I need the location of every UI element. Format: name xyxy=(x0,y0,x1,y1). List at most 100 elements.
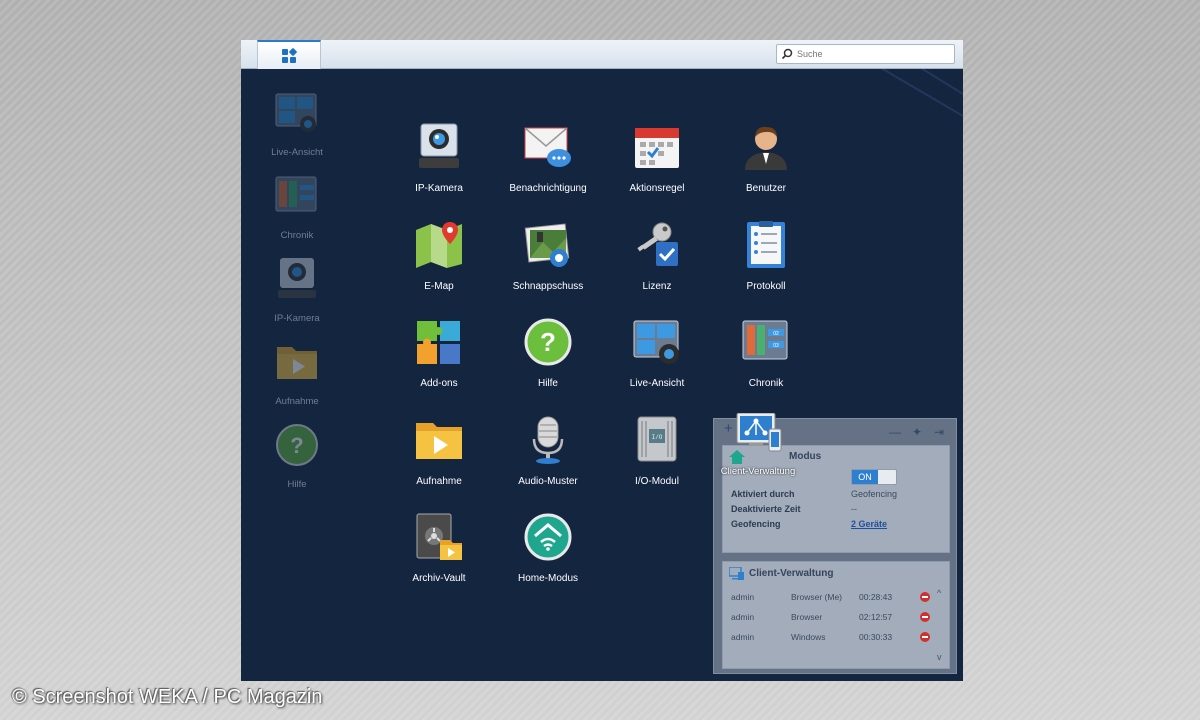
user-icon xyxy=(745,126,787,170)
app-label: Add-ons xyxy=(420,378,458,389)
deactivated-time-label: Deaktivierte Zeit xyxy=(731,504,801,514)
copyright-watermark: © Screenshot WEKA / PC Magazin xyxy=(12,686,323,708)
app-label: Benutzer xyxy=(745,183,787,194)
minimize-icon[interactable]: — xyxy=(889,425,901,439)
ip-camera-icon xyxy=(278,258,316,298)
app-label: Audio-Muster xyxy=(518,476,578,487)
archive-vault-icon xyxy=(416,513,462,560)
desktop-shortcut-timeline[interactable]: Chronik xyxy=(242,173,352,241)
license-key-icon xyxy=(637,222,678,266)
app-home-mode[interactable]: Home-Modus xyxy=(493,512,603,584)
app-io-module[interactable]: I/O I/O-Modul xyxy=(602,415,712,487)
desktop-shortcut-help[interactable]: ? Hilfe xyxy=(242,422,352,490)
app-label: Protokoll xyxy=(746,281,786,292)
app-help[interactable]: ? Hilfe xyxy=(493,317,603,389)
app-label: Chronik xyxy=(748,378,784,389)
surveillance-desktop: Live-Ansicht Chronik IP-Kamera Aufnahme … xyxy=(241,40,963,681)
app-recording[interactable]: Aufnahme xyxy=(384,415,494,487)
recording-folder-icon xyxy=(416,423,462,459)
panel-collapse-icon[interactable]: ⇥ xyxy=(934,425,944,439)
timeline-icon xyxy=(275,176,317,212)
disconnect-icon[interactable] xyxy=(920,632,930,642)
taskbar xyxy=(241,40,963,69)
home-mode-toggle[interactable]: ON xyxy=(851,469,897,485)
search-icon xyxy=(781,48,793,60)
disconnect-icon[interactable] xyxy=(920,592,930,602)
timeline-icon: 02 03 xyxy=(742,320,788,360)
toggle-on-label: ON xyxy=(852,470,878,484)
scroll-down-icon[interactable]: v xyxy=(937,652,942,662)
client-duration: 00:28:43 xyxy=(859,592,893,602)
disconnect-icon[interactable] xyxy=(920,612,930,622)
app-notification[interactable]: Benachrichtigung xyxy=(493,122,603,194)
help-icon: ? xyxy=(276,424,318,466)
dragged-app-label: Client-Verwaltung xyxy=(720,466,796,477)
scroll-up-icon[interactable]: ^ xyxy=(937,588,941,598)
desktop-shortcut-ip-camera[interactable]: IP-Kamera xyxy=(242,256,352,324)
microphone-icon xyxy=(532,416,564,464)
svg-text:03: 03 xyxy=(773,343,779,349)
snapshot-icon xyxy=(524,223,570,267)
home-mode-icon xyxy=(524,513,572,561)
desktop-shortcut-label: IP-Kamera xyxy=(274,313,320,324)
pin-icon[interactable]: ✦ xyxy=(912,425,922,439)
io-module-icon: I/O xyxy=(637,416,677,462)
app-archive-vault[interactable]: Archiv-Vault xyxy=(384,512,494,584)
app-audio-pattern[interactable]: Audio-Muster xyxy=(493,415,603,487)
client-management-card-title: Client-Verwaltung xyxy=(749,568,834,579)
app-label: Benachrichtigung xyxy=(509,183,587,194)
client-user: admin xyxy=(731,592,755,602)
app-snapshot[interactable]: Schnappschuss xyxy=(493,220,603,292)
app-label: Home-Modus xyxy=(517,573,579,584)
search-input[interactable] xyxy=(776,44,955,64)
app-label: Aktionsregel xyxy=(629,183,685,194)
desktop-shortcut-live-view[interactable]: Live-Ansicht xyxy=(242,90,352,158)
dragged-app-client-management[interactable]: Client-Verwaltung xyxy=(713,412,803,477)
log-clipboard-icon xyxy=(747,221,785,268)
map-icon xyxy=(416,222,462,268)
app-label: Live-Ansicht xyxy=(629,378,685,389)
svg-text:I/O: I/O xyxy=(652,434,663,441)
client-duration: 02:12:57 xyxy=(859,612,893,622)
svg-text:?: ? xyxy=(290,433,303,458)
app-label: Archiv-Vault xyxy=(412,573,466,584)
app-log[interactable]: Protokoll xyxy=(711,220,821,292)
help-icon: ? xyxy=(524,318,572,366)
app-emap[interactable]: E-Map xyxy=(384,220,494,292)
app-label: Schnappschuss xyxy=(512,281,584,292)
client-type: Browser xyxy=(791,612,823,622)
recording-folder-icon xyxy=(277,347,317,379)
desktop-shortcut-recording[interactable]: Aufnahme xyxy=(242,339,352,407)
geofencing-devices-link[interactable]: 2 Geräte xyxy=(851,519,887,529)
main-menu-button[interactable] xyxy=(257,40,321,69)
app-label: Lizenz xyxy=(642,281,672,292)
app-label: Aufnahme xyxy=(416,476,462,487)
app-label: Hilfe xyxy=(537,378,558,389)
monitor-icon xyxy=(729,567,744,580)
client-type: Windows xyxy=(791,632,826,642)
svg-text:02: 02 xyxy=(773,331,779,337)
puzzle-icon xyxy=(417,321,460,364)
app-user[interactable]: Benutzer xyxy=(711,122,821,194)
app-action-rule[interactable]: Aktionsregel xyxy=(602,122,712,194)
activated-by-label: Aktiviert durch xyxy=(731,489,795,499)
activated-by-value: Geofencing xyxy=(851,489,898,499)
app-label: E-Map xyxy=(424,281,454,292)
app-timeline[interactable]: 02 03 Chronik xyxy=(711,317,821,389)
app-label: I/O-Modul xyxy=(635,476,679,487)
notification-icon xyxy=(524,127,571,167)
desktop-shortcut-label: Chronik xyxy=(280,230,314,241)
geofencing-label: Geofencing xyxy=(731,519,781,529)
desktop-shortcut-label: Live-Ansicht xyxy=(271,147,323,158)
app-license[interactable]: Lizenz xyxy=(602,220,712,292)
grid-menu-icon xyxy=(282,47,297,63)
deactivated-time-value: -- xyxy=(851,504,857,514)
app-live-view[interactable]: Live-Ansicht xyxy=(602,317,712,389)
app-addons[interactable]: Add-ons xyxy=(384,317,494,389)
app-ip-camera[interactable]: IP-Kamera xyxy=(384,122,494,194)
client-management-icon xyxy=(736,412,782,452)
client-user: admin xyxy=(731,612,755,622)
desktop-shortcut-label: Aufnahme xyxy=(275,396,319,407)
decor-lines xyxy=(880,68,963,117)
client-user: admin xyxy=(731,632,755,642)
